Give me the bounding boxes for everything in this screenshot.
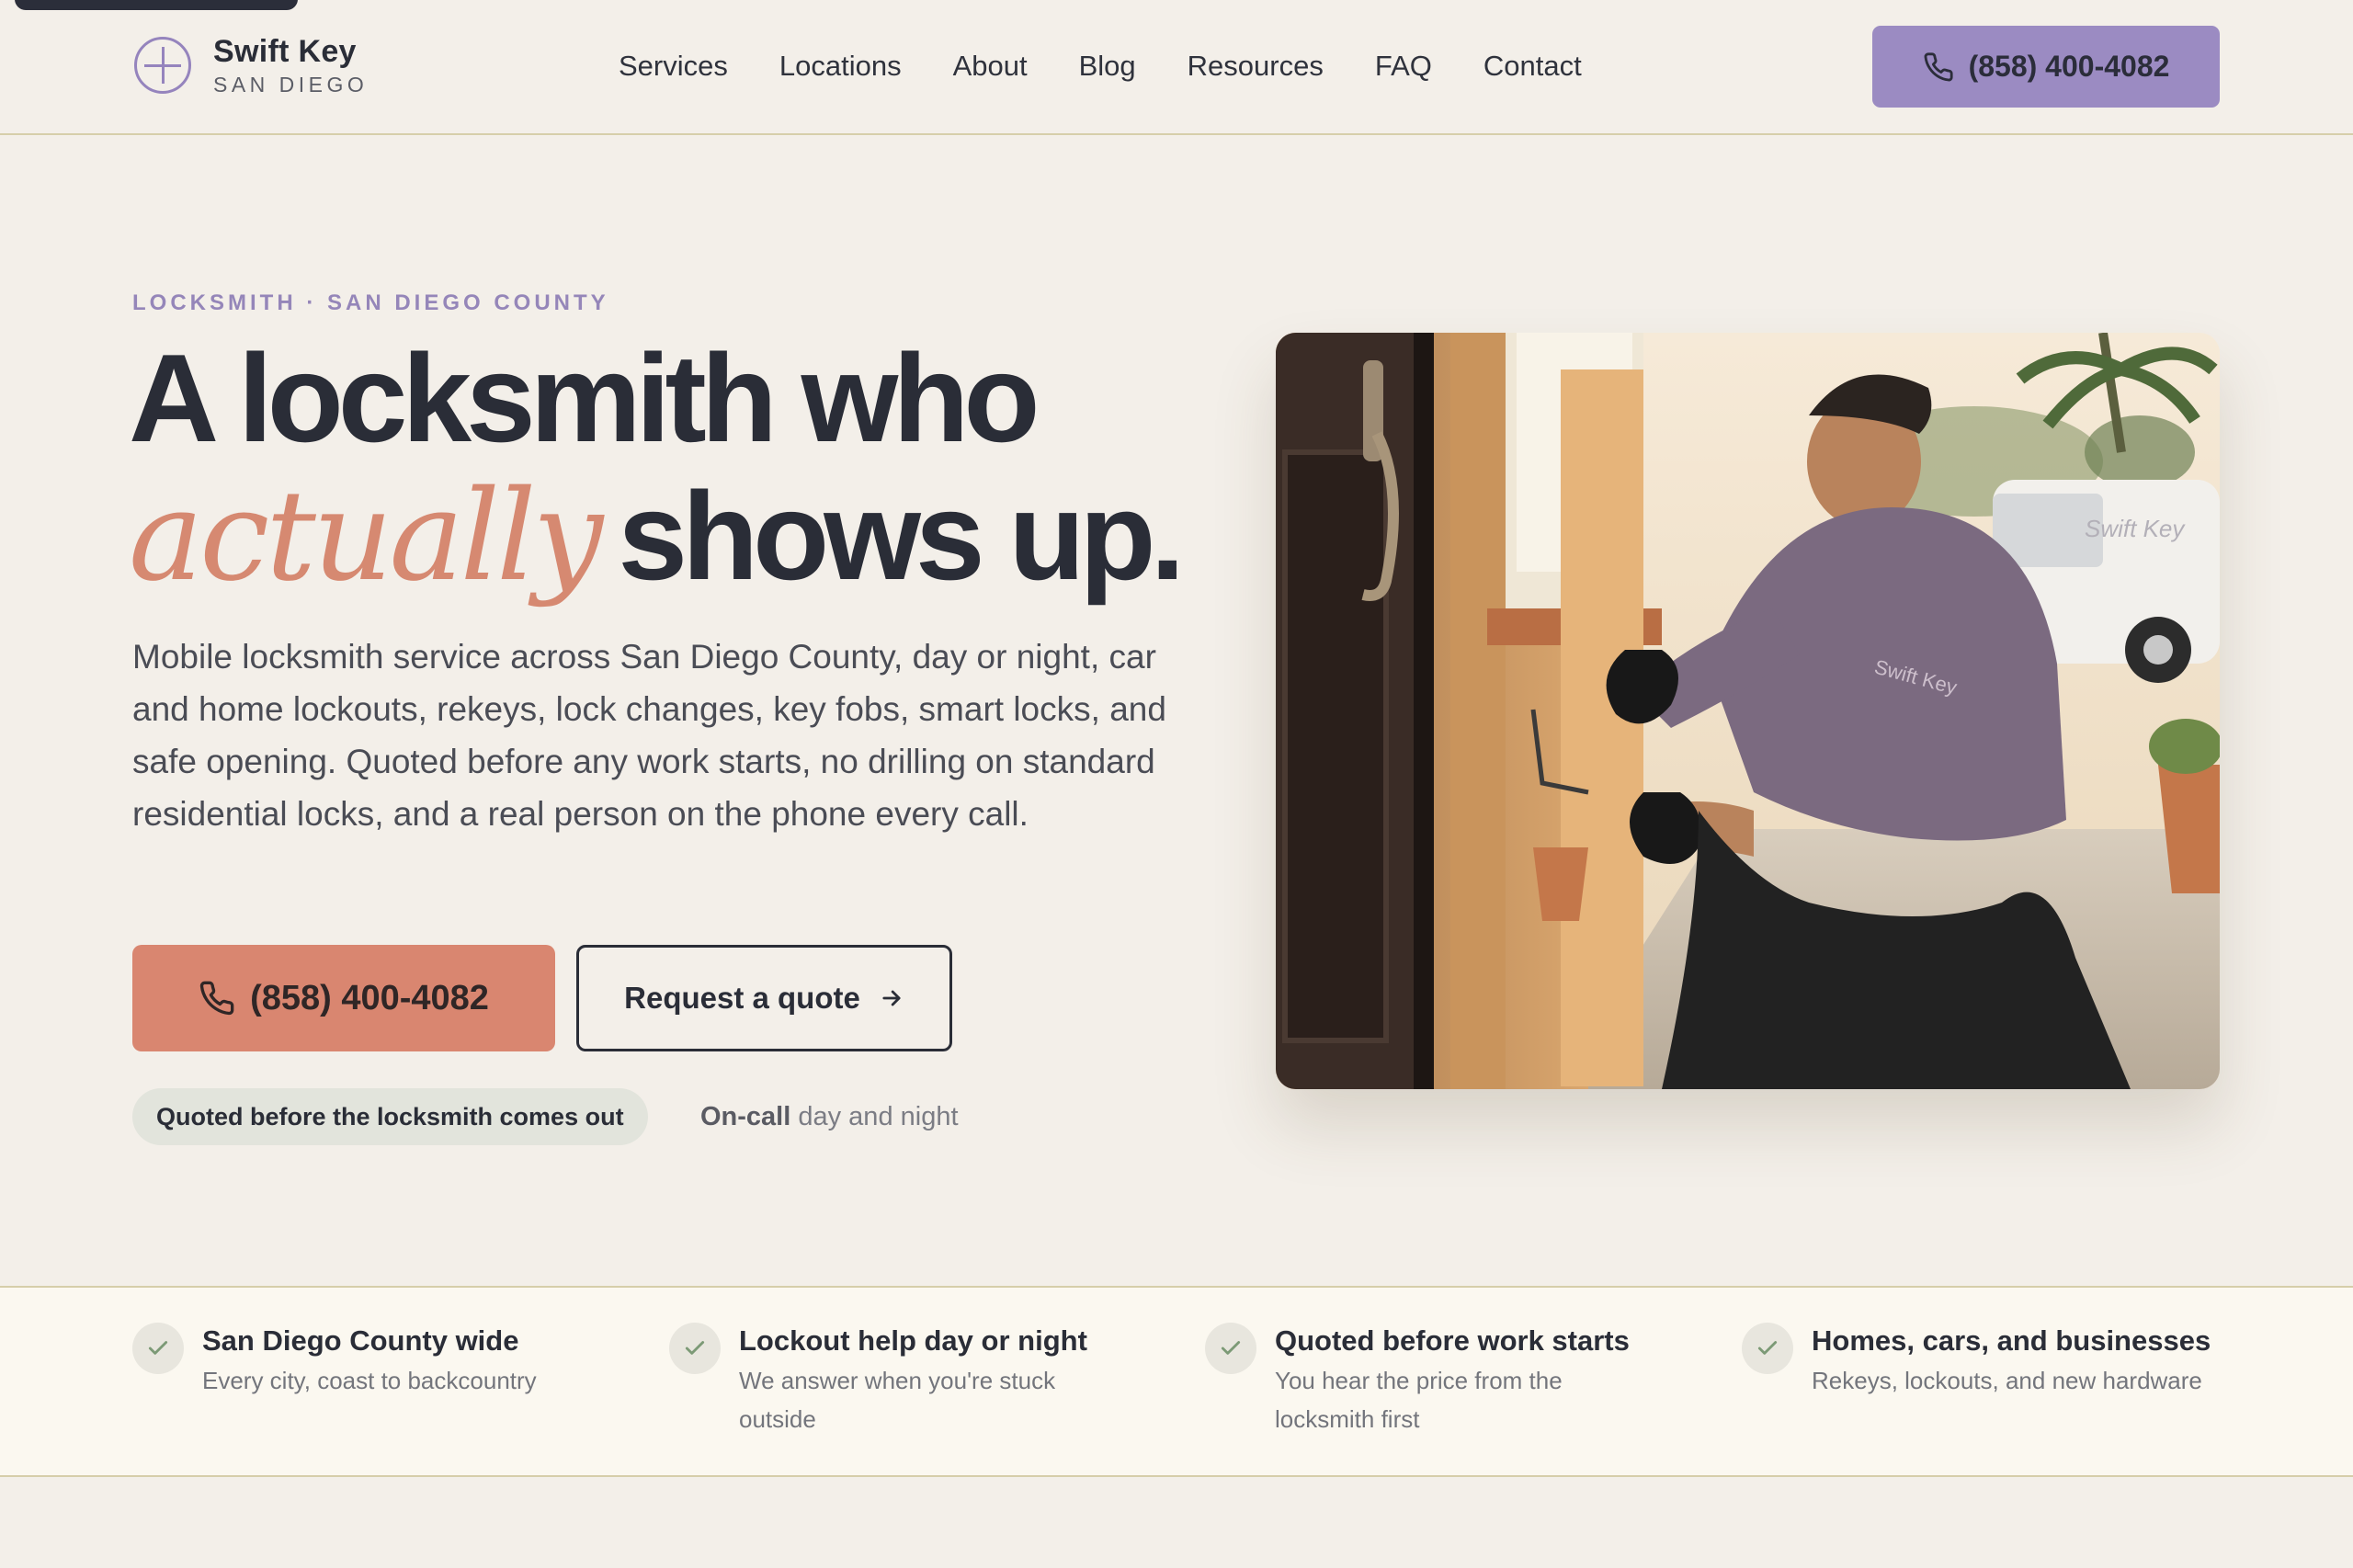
hero-eyebrow: LOCKSMITH · SAN DIEGO COUNTY [132,290,609,315]
headline-line-1: A locksmith who [129,328,1040,468]
check-icon [1205,1323,1256,1374]
hero-photo-locksmith: Swift Key Swift Key [1276,333,2220,1089]
header-call-button[interactable]: (858) 400-4082 [1872,26,2220,108]
request-quote-label: Request a quote [624,981,860,1015]
feature-item: Homes, cars, and businesses Rekeys, lock… [1742,1323,2290,1400]
check-icon [1742,1323,1793,1374]
nav-services[interactable]: Services [619,48,728,85]
header-phone-number: (858) 400-4082 [1968,50,2170,83]
check-icon [132,1323,184,1374]
site-header: Swift Key SAN DIEGO Services Locations A… [0,0,2353,135]
nav-blog[interactable]: Blog [1079,48,1136,85]
brand-location: SAN DIEGO [213,73,369,97]
hero-phone-number: (858) 400-4082 [250,978,489,1017]
headline-accent-word: actually [129,464,603,609]
arrow-right-icon [882,990,901,1006]
oncall-rest: day and night [790,1102,959,1131]
feature-item: Quoted before work starts You hear the p… [1205,1323,1630,1438]
check-icon [669,1323,721,1374]
phone-icon [1924,51,1953,81]
feature-item: Lockout help day or night We answer when… [669,1323,1107,1438]
brand-name: Swift Key [213,34,357,69]
feature-strip: San Diego County wide Every city, coast … [0,1286,2353,1477]
headline-line-2: shows up. [618,466,1185,606]
feature-desc: We answer when you're stuck outside [739,1367,1056,1433]
oncall-bold: On-call [700,1102,791,1131]
feature-title: Quoted before work starts [1275,1324,1630,1357]
crosshair-logo-icon [134,37,191,94]
hero-headline: A locksmith who actually shows up. [129,328,1185,609]
feature-title: Lockout help day or night [739,1324,1087,1357]
nav-locations[interactable]: Locations [779,48,902,85]
main-nav: Services Locations About Blog Resources … [619,48,1633,85]
nav-faq[interactable]: FAQ [1375,48,1432,85]
hero-call-button[interactable]: (858) 400-4082 [132,945,555,1051]
feature-title: San Diego County wide [202,1324,519,1357]
quote-badge: Quoted before the locksmith comes out [132,1088,648,1145]
feature-desc: Rekeys, lockouts, and new hardware [1812,1367,2202,1394]
nav-resources[interactable]: Resources [1188,48,1324,85]
feature-desc: You hear the price from the locksmith fi… [1275,1367,1563,1433]
nav-about[interactable]: About [953,48,1028,85]
phone-icon [199,981,234,1016]
oncall-note: On-call day and night [700,1099,959,1134]
brand-logo[interactable]: Swift Key SAN DIEGO [134,33,368,97]
hero-description: Mobile locksmith service across San Dieg… [132,638,1166,833]
nav-contact[interactable]: Contact [1483,48,1582,85]
request-quote-button[interactable]: Request a quote [576,945,952,1051]
feature-title: Homes, cars, and businesses [1812,1324,2211,1357]
feature-item: San Diego County wide Every city, coast … [132,1323,588,1400]
van-logo-text: Swift Key [2085,515,2186,542]
feature-desc: Every city, coast to backcountry [202,1367,537,1394]
